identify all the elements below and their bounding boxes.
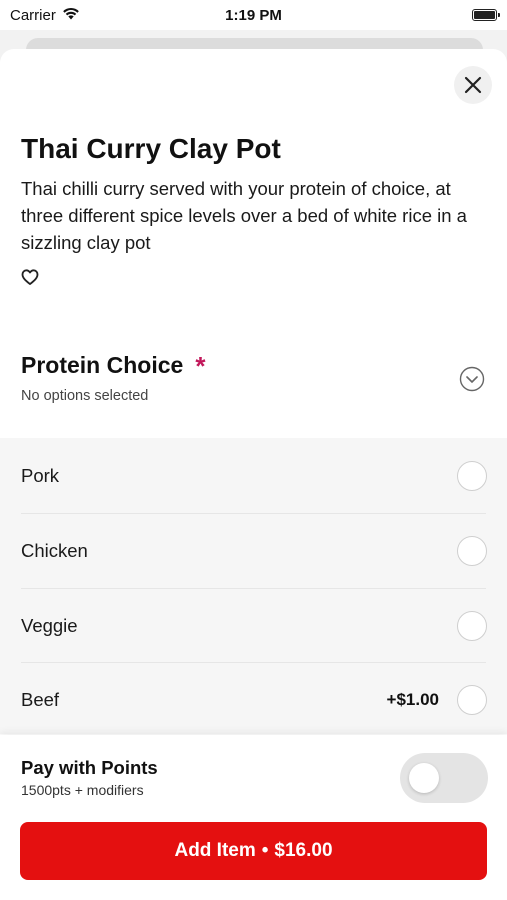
pay-with-points-subtitle: 1500pts + modifiers xyxy=(21,782,144,798)
close-button[interactable] xyxy=(454,66,492,104)
option-row-beef[interactable]: Beef +$1.00 xyxy=(0,662,507,737)
pay-with-points-toggle[interactable] xyxy=(400,753,488,803)
option-label: Veggie xyxy=(21,614,78,636)
modifier-group-expand-button[interactable] xyxy=(459,366,485,392)
option-list: Pork Chicken Veggie Beef +$1.00 xyxy=(0,438,507,734)
chevron-down-circle-icon xyxy=(459,366,485,392)
add-item-button[interactable]: Add Item • $16.00 xyxy=(20,822,487,880)
close-icon xyxy=(464,76,482,94)
option-radio[interactable] xyxy=(457,460,487,491)
option-price: +$1.00 xyxy=(386,689,439,709)
checkout-footer: Pay with Points 1500pts + modifiers Add … xyxy=(0,735,507,900)
option-row-veggie[interactable]: Veggie xyxy=(0,588,507,663)
option-radio[interactable] xyxy=(457,535,487,566)
option-label: Beef xyxy=(21,688,60,710)
option-label: Pork xyxy=(21,464,60,486)
status-left: Carrier xyxy=(10,6,80,24)
required-indicator: * xyxy=(195,350,206,381)
status-bar: Carrier 1:19 PM xyxy=(0,0,507,30)
favorite-button[interactable] xyxy=(20,267,42,289)
toggle-knob xyxy=(409,763,439,793)
option-radio[interactable] xyxy=(457,610,487,641)
add-item-label: Add Item xyxy=(174,840,256,861)
modifier-group-header[interactable]: Protein Choice * xyxy=(21,352,205,379)
modifier-group-title: Protein Choice xyxy=(21,352,184,378)
item-title: Thai Curry Clay Pot xyxy=(21,133,281,164)
modifier-group-subtitle: No options selected xyxy=(21,388,149,404)
option-row-chicken[interactable]: Chicken xyxy=(0,513,507,588)
add-item-separator: • xyxy=(261,840,269,861)
pay-with-points-title: Pay with Points xyxy=(21,757,158,778)
option-label: Chicken xyxy=(21,539,88,561)
heart-outline-icon xyxy=(21,269,39,285)
option-radio[interactable] xyxy=(457,684,487,715)
add-item-total: $16.00 xyxy=(274,840,333,861)
item-detail-sheet: Thai Curry Clay Pot Thai chilli curry se… xyxy=(0,49,507,900)
option-row-pork[interactable]: Pork xyxy=(0,438,507,513)
carrier-label: Carrier xyxy=(10,6,56,24)
item-description: Thai chilli curry served with your prote… xyxy=(21,178,467,253)
battery-icon xyxy=(472,9,500,21)
wifi-icon xyxy=(62,6,80,24)
